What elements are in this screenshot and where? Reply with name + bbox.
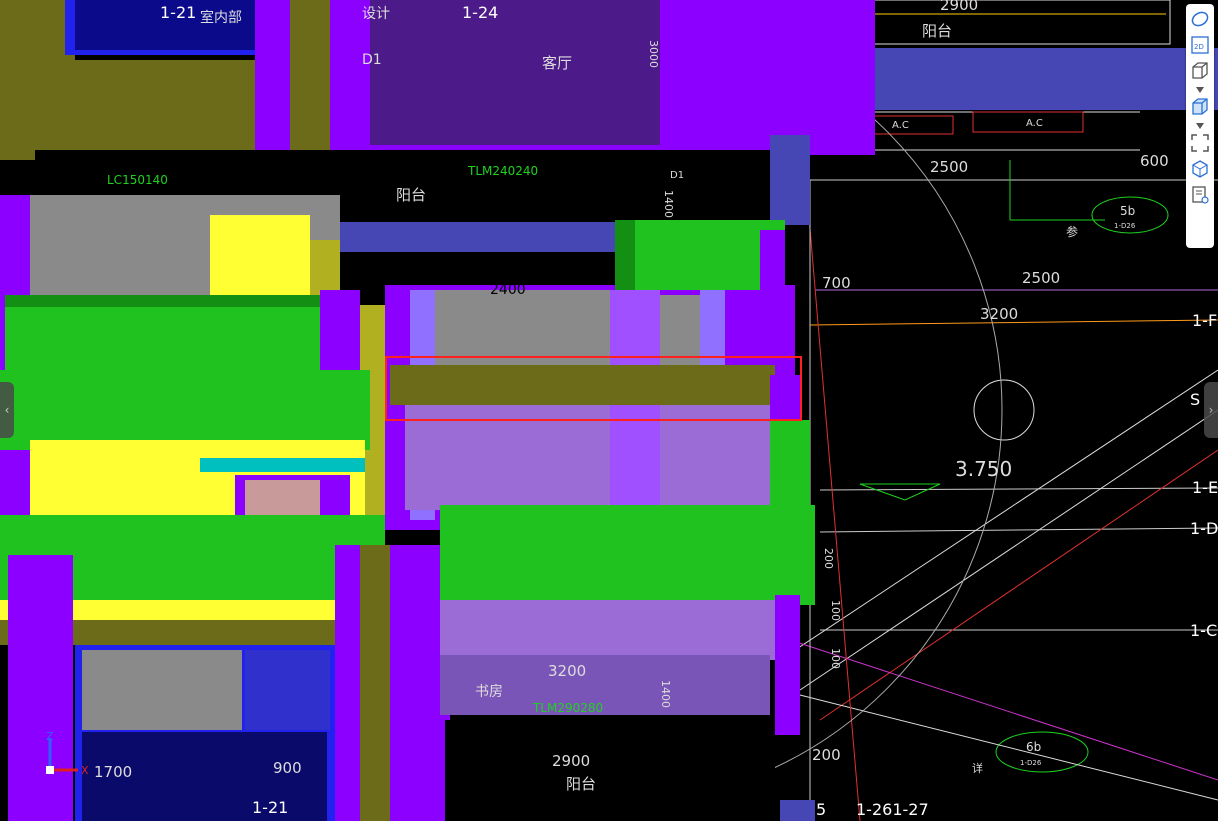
grid-label: 1-261-27 <box>856 800 929 819</box>
room-label: 客厅 <box>542 54 572 72</box>
2d-view-button[interactable]: 2D <box>1188 34 1212 56</box>
dimension: 2400 <box>490 282 526 298</box>
window-label: TLM290280 <box>532 701 603 715</box>
chevron-left-icon: ‹ <box>4 403 10 417</box>
fullscreen-icon <box>1191 134 1209 152</box>
room-label: 书房 <box>475 684 503 700</box>
grid-label: 1-E <box>1192 478 1218 497</box>
room-label: 设计 <box>362 6 390 22</box>
dimension: 3000 <box>647 40 660 68</box>
right-panel-toggle[interactable]: › <box>1204 382 1218 438</box>
window-label: A.C <box>892 120 909 131</box>
dimension: 200 <box>822 548 835 569</box>
grid-label: 1-24 <box>462 3 498 22</box>
dimension: 2900 <box>552 752 590 770</box>
shaded-box-icon <box>1192 98 1208 115</box>
dimension: 1400 <box>659 680 672 708</box>
dimension: 3200 <box>980 305 1018 323</box>
dimension: 100 <box>829 600 842 621</box>
3d-box-icon <box>1192 62 1208 79</box>
tag-number: 5b <box>1120 204 1135 218</box>
caret-down-icon <box>1196 123 1204 129</box>
bim-3d-viewport[interactable]: 1-21 室内部 设计 1-24 D1 客厅 3000 2900 阳台 A.C … <box>0 0 1218 821</box>
orbit-icon <box>1191 11 1209 27</box>
dimension: 1400 <box>662 190 675 218</box>
grid-label: 1-D <box>1190 519 1218 538</box>
dimension: 3200 <box>548 662 586 680</box>
caret-down-icon <box>1196 87 1204 93</box>
fullscreen-button[interactable] <box>1188 132 1212 154</box>
grid-label: 1-21 <box>160 3 196 22</box>
room-label: 阳台 <box>396 186 426 204</box>
view-toolbar: 2D <box>1186 4 1214 248</box>
window-label: D1 <box>670 170 684 181</box>
2d-view-icon: 2D <box>1191 36 1209 54</box>
axis-x-label: X <box>81 764 89 777</box>
properties-button[interactable] <box>1188 184 1212 206</box>
tag-sub: 1-D26 <box>1020 759 1042 767</box>
tag-number: 6b <box>1026 740 1041 754</box>
3d-view-button[interactable] <box>1188 60 1212 82</box>
view-cube-icon <box>1192 160 1208 178</box>
window-label: LC150140 <box>107 173 168 187</box>
orbit-button[interactable] <box>1188 8 1212 30</box>
room-label: 阳台 <box>922 22 952 40</box>
3d-view-dropdown[interactable] <box>1195 86 1205 94</box>
dimension: 1700 <box>94 763 132 781</box>
dimension: 2900 <box>940 0 978 14</box>
dimension: 100 <box>829 648 842 669</box>
window-label: A.C <box>1026 118 1043 129</box>
properties-icon <box>1192 186 1209 204</box>
view-cube-button[interactable] <box>1188 158 1212 180</box>
window-label: TLM240240 <box>467 164 538 178</box>
grid-label: 1-21 <box>252 798 288 817</box>
dimension: 600 <box>1140 152 1169 170</box>
dimension: 700 <box>822 274 851 292</box>
dimension: 900 <box>273 759 302 777</box>
dimension: 2500 <box>930 158 968 176</box>
shaded-view-dropdown[interactable] <box>1195 122 1205 130</box>
grid-label: 5 <box>816 800 826 819</box>
room-label: 室内部 <box>200 9 242 26</box>
grid-label: 1-F <box>1192 311 1217 330</box>
ref-label: 参 <box>1066 224 1078 239</box>
dimension: 200 <box>812 746 841 764</box>
elevation-label: 3.750 <box>955 457 1012 481</box>
room-label: 阳台 <box>566 775 596 793</box>
left-panel-toggle[interactable]: ‹ <box>0 382 14 438</box>
svg-text:2D: 2D <box>1194 43 1204 51</box>
tag-sub: 1-D26 <box>1114 222 1136 230</box>
window-label: D1 <box>362 52 382 68</box>
axis-z-label: Z <box>46 730 54 743</box>
shaded-view-button[interactable] <box>1188 96 1212 118</box>
ref-label: 详 <box>972 761 983 775</box>
dimension: 2500 <box>1022 269 1060 287</box>
grid-label: S <box>1190 390 1200 409</box>
grid-label: 1-C <box>1190 621 1217 640</box>
model-scene[interactable]: 1-21 室内部 设计 1-24 D1 客厅 3000 2900 阳台 A.C … <box>0 0 1218 821</box>
axis-triad: Z X <box>46 730 89 777</box>
chevron-right-icon: › <box>1208 403 1214 417</box>
